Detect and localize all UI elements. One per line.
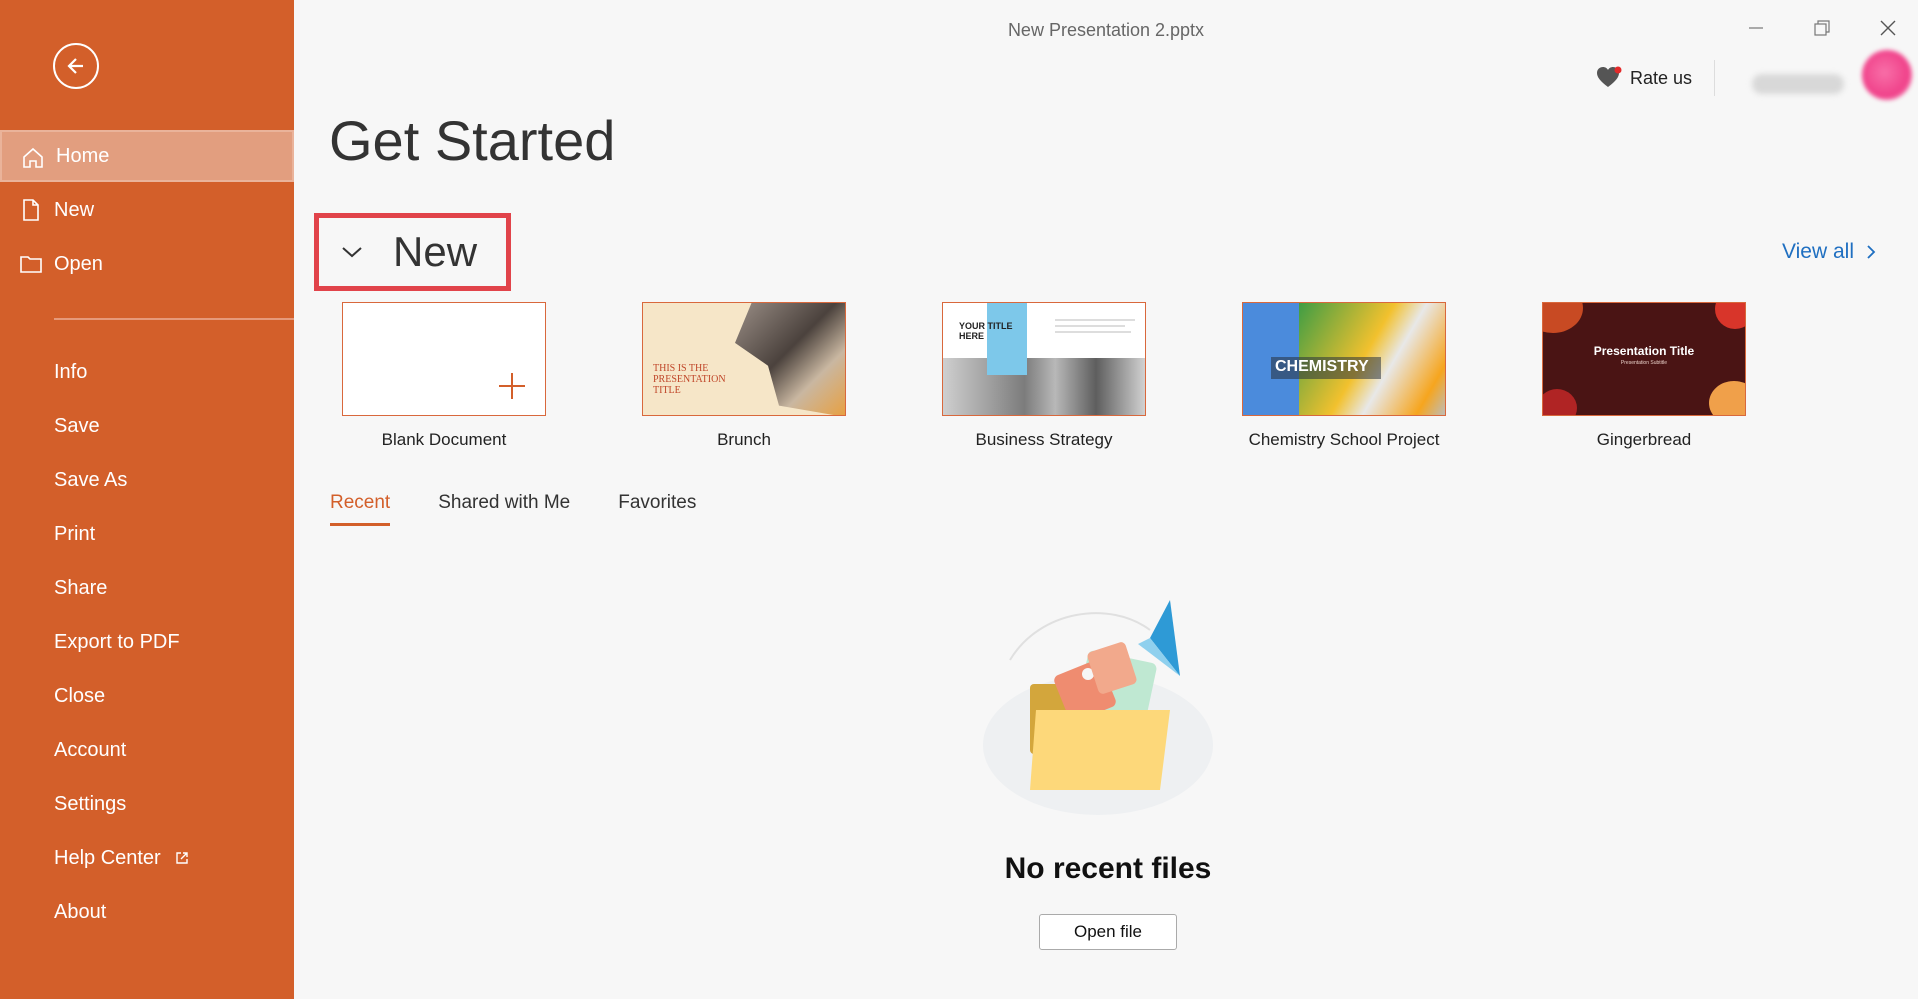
template-thumbnail[interactable] (342, 302, 546, 416)
rate-us-button[interactable]: Rate us (1596, 66, 1692, 90)
view-all-label: View all (1782, 240, 1854, 263)
template-thumb-title: Presentation Title (1593, 344, 1695, 358)
file-tabs: Recent Shared with Me Favorites (330, 492, 744, 526)
sidebar-item-about[interactable]: About (0, 886, 294, 938)
sidebar-item-label: Share (54, 576, 108, 599)
sidebar-item-label: Account (54, 738, 127, 761)
template-brunch[interactable]: THIS IS THE PRESENTATION TITLE Brunch (642, 302, 846, 450)
template-thumb-title: YOUR TITLE HERE (959, 321, 1013, 341)
sidebar-item-help-center[interactable]: Help Center (0, 832, 294, 884)
sidebar-item-save[interactable]: Save (0, 400, 294, 452)
heart-icon (1597, 66, 1622, 87)
sidebar-item-label: Close (54, 684, 106, 707)
template-name: Business Strategy (975, 430, 1113, 449)
sidebar-item-label: Save (54, 414, 100, 437)
back-arrow-icon (67, 58, 83, 74)
minimize-icon[interactable] (1744, 16, 1768, 40)
sidebar-item-new[interactable]: New (0, 184, 294, 236)
sidebar-item-label: About (54, 900, 107, 923)
sidebar-item-label: Open (54, 252, 103, 275)
sidebar-item-export-pdf[interactable]: Export to PDF (0, 616, 294, 668)
empty-folder-illustration (983, 600, 1213, 815)
template-thumb-subtitle: Presentation Subtitle (1620, 360, 1668, 366)
header-separator (1714, 60, 1715, 96)
template-thumbnail[interactable]: CHEMISTRY (1242, 302, 1446, 416)
chevron-down-icon (342, 247, 362, 258)
view-all-link[interactable]: View all (1782, 240, 1876, 264)
sidebar-item-home[interactable]: Home (0, 130, 294, 182)
template-thumbnail[interactable]: Presentation Title Presentation Subtitle (1542, 302, 1746, 416)
empty-state-title: No recent files (1004, 852, 1212, 885)
template-chemistry-school-project[interactable]: CHEMISTRY Chemistry School Project (1242, 302, 1446, 450)
sidebar-item-account[interactable]: Account (0, 724, 294, 776)
sidebar-item-close[interactable]: Close (0, 670, 294, 722)
sidebar-item-open[interactable]: Open (0, 238, 294, 290)
template-thumb-title: THIS IS THE PRESENTATION TITLE (653, 363, 726, 396)
new-section-title: New (393, 228, 478, 275)
sidebar-item-info[interactable]: Info (0, 346, 294, 398)
template-gingerbread[interactable]: Presentation Title Presentation Subtitle… (1542, 302, 1746, 450)
template-blank-document[interactable]: Blank Document (342, 302, 546, 450)
tab-recent[interactable]: Recent (330, 492, 391, 526)
open-file-button[interactable]: Open file (1039, 914, 1177, 950)
sidebar-item-label: New (54, 198, 95, 221)
external-link-icon (176, 852, 188, 864)
template-business-strategy[interactable]: YOUR TITLE HERE Business Strategy (942, 302, 1146, 450)
sidebar-item-print[interactable]: Print (0, 508, 294, 560)
page-title: Get Started (329, 109, 616, 172)
sidebar-item-label: Info (54, 360, 88, 383)
sidebar-item-label: Export to PDF (54, 630, 180, 653)
template-name: Brunch (717, 430, 771, 449)
template-name: Gingerbread (1596, 430, 1692, 449)
back-button[interactable] (53, 43, 99, 89)
close-icon[interactable] (1876, 16, 1900, 40)
home-icon (23, 147, 43, 168)
document-icon (23, 199, 39, 221)
template-name: Blank Document (381, 430, 507, 449)
window-title: New Presentation 2.pptx (1007, 20, 1205, 40)
sidebar: Home New Open Info Save Save As Print Sh… (0, 0, 294, 999)
plus-icon (499, 373, 525, 399)
sidebar-item-share[interactable]: Share (0, 562, 294, 614)
restore-icon[interactable] (1810, 16, 1834, 40)
sidebar-item-save-as[interactable]: Save As (0, 454, 294, 506)
chevron-right-icon (1867, 245, 1876, 259)
template-name: Chemistry School Project (1248, 430, 1440, 449)
sidebar-item-label: Home (56, 144, 110, 167)
user-name[interactable] (1752, 74, 1844, 94)
rate-us-label: Rate us (1630, 67, 1693, 88)
sidebar-divider (54, 318, 294, 320)
sidebar-item-label: Settings (54, 792, 127, 815)
sidebar-item-label: Help Center (54, 846, 161, 869)
avatar[interactable] (1862, 50, 1912, 100)
sidebar-item-label: Save As (54, 468, 128, 491)
sidebar-item-label: Print (54, 522, 96, 545)
new-section-toggle[interactable]: New (314, 213, 511, 291)
folder-icon (20, 256, 42, 273)
tab-shared-with-me[interactable]: Shared with Me (438, 492, 570, 526)
template-thumbnail[interactable]: YOUR TITLE HERE (942, 302, 1146, 416)
template-thumbnail[interactable]: THIS IS THE PRESENTATION TITLE (642, 302, 846, 416)
template-thumb-title: CHEMISTRY (1275, 358, 1369, 375)
tab-favorites[interactable]: Favorites (618, 492, 696, 526)
sidebar-item-settings[interactable]: Settings (0, 778, 294, 830)
